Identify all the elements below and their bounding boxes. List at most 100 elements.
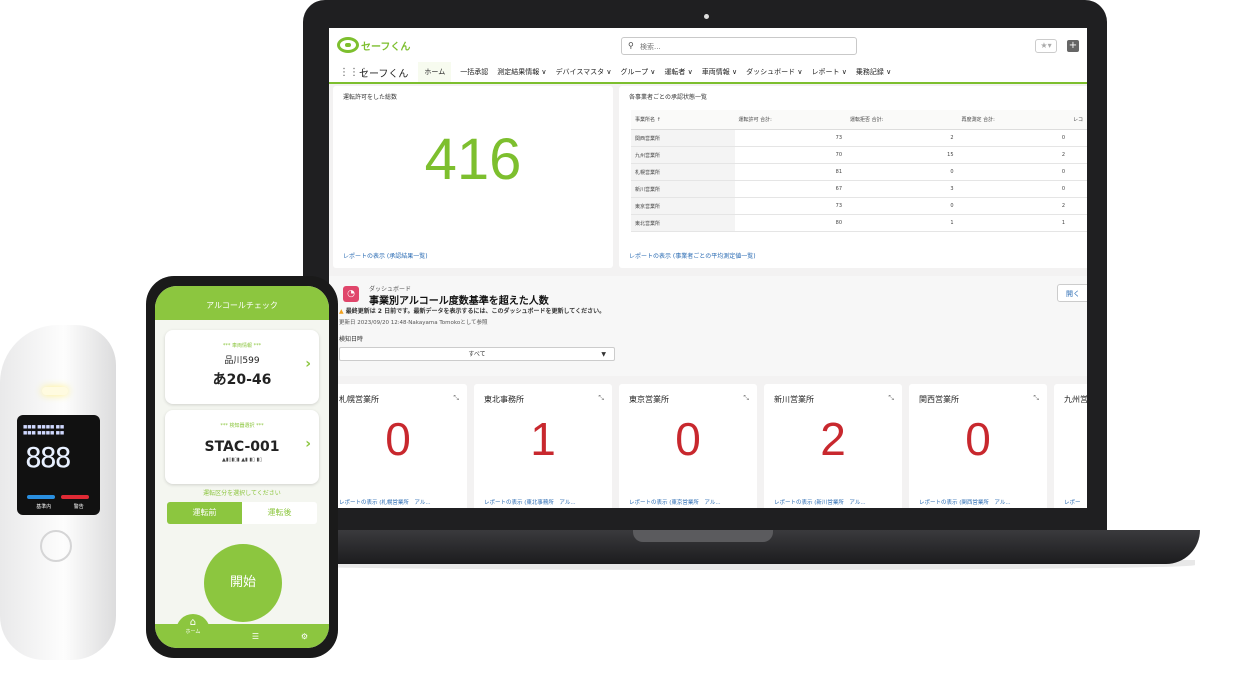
tile-link[interactable]: レポー <box>1064 498 1081 506</box>
dashboard-panel: ◔ ダッシュボード 事業別アルコール度数基準を超えた人数 ▲ 最終更新は 2 日… <box>329 276 1087 376</box>
phone-bottom-nav: ⌂ ホーム ☰ ⚙ <box>155 614 329 648</box>
tile-name: 東北事務所 <box>484 395 524 404</box>
add-icon[interactable]: + <box>1067 40 1079 52</box>
nav-bulk-approve[interactable]: 一括承認 <box>460 67 488 77</box>
column-header[interactable]: 事業所名 ↑ <box>631 110 735 130</box>
tile-value: 2 <box>820 413 846 465</box>
table-cell: 1 <box>846 214 958 232</box>
nav-trip-record[interactable]: 乗務記録 ∨ <box>856 67 891 77</box>
phone-title: アルコールチェック <box>155 286 329 320</box>
table-row: 札幌営業所 81 0 0 <box>631 163 1087 181</box>
table-cell: 関西営業所 <box>631 129 735 147</box>
table-cell: 3 <box>846 180 958 198</box>
expand-icon[interactable]: ⤡ <box>1033 394 1039 403</box>
table-row: 東京営業所 73 0 2 <box>631 197 1087 215</box>
card-title: 運転許可をした総数 <box>343 94 398 101</box>
expand-icon[interactable]: ⤡ <box>453 394 459 403</box>
dashboard-icon: ◔ <box>343 286 359 302</box>
favorite-star-icon[interactable]: ★▾ <box>1035 39 1057 53</box>
nav-home[interactable]: ホーム <box>418 62 452 84</box>
tile-name: 九州営 <box>1064 395 1087 404</box>
expand-icon[interactable]: ⤡ <box>598 394 604 403</box>
table-cell: 70 <box>734 146 847 164</box>
detector-label: *** 検知器選択 *** <box>220 423 264 429</box>
expand-icon[interactable]: ⤡ <box>743 394 749 403</box>
filter-select[interactable]: すべて ▼ <box>339 347 615 361</box>
table-row: 関西営業所 73 2 0 <box>631 129 1087 147</box>
device-reading: 888 <box>25 441 72 474</box>
start-button[interactable]: 開始 <box>204 544 282 622</box>
nav-dashboard[interactable]: ダッシュボード ∨ <box>746 67 802 77</box>
laptop-frame: セーフくん ⚲ 検索... ★▾ + ⋮⋮⋮ セーフくん ホーム 一括承認 測定… <box>303 0 1107 548</box>
gear-icon[interactable]: ⚙ <box>301 632 308 641</box>
search-input[interactable]: ⚲ 検索... <box>621 37 857 55</box>
column-header[interactable]: 運転許可 合計: <box>734 110 847 130</box>
nav-home-button[interactable]: ⌂ ホーム <box>175 614 210 644</box>
nav-group[interactable]: グループ ∨ <box>621 67 656 77</box>
table-cell: 0 <box>957 180 1070 198</box>
vehicle-plate: あ20-46 <box>212 372 272 388</box>
office-tile: 東京営業所 ⤡ 0 レポートの表示 (東京営業所 アル... <box>619 384 757 508</box>
app-logo[interactable]: セーフくん <box>337 34 417 56</box>
table-cell: 15 <box>846 146 958 164</box>
expand-icon[interactable]: ⤡ <box>888 394 894 403</box>
nav-device-master[interactable]: デバイスマスタ ∨ <box>556 67 612 77</box>
table-cell: 67 <box>734 180 847 198</box>
indicator-labels: 基準内 警告 <box>25 503 95 510</box>
table-cell <box>1069 146 1087 164</box>
report-link[interactable]: レポートの表示 (承認結果一覧) <box>343 251 428 260</box>
tile-name: 東京営業所 <box>629 395 669 404</box>
tile-link[interactable]: レポートの表示 (新川営業所 アル... <box>774 498 866 506</box>
table-cell: 2 <box>846 129 958 147</box>
approval-table: 事業所名 ↑ 運転許可 合計: 運転拒否 合計: 再度測定 合計: レコ 関西営… <box>631 110 1087 232</box>
table-row: 東北営業所 80 1 1 <box>631 214 1087 232</box>
table-cell: 73 <box>734 197 847 215</box>
tile-link[interactable]: レポートの表示 (東京営業所 アル... <box>629 498 721 506</box>
nav-report[interactable]: レポート ∨ <box>812 67 847 77</box>
tile-link[interactable]: レポートの表示 (東北事務所 アル... <box>484 498 576 506</box>
app-launcher-icon[interactable]: ⋮⋮⋮ <box>339 67 369 78</box>
home-icon: ⌂ <box>189 617 197 628</box>
table-cell: 81 <box>734 163 847 181</box>
warning-icon: ▲ <box>339 308 344 315</box>
column-header[interactable]: レコ <box>1069 110 1087 130</box>
status-led <box>42 387 68 395</box>
laptop-screen: セーフくん ⚲ 検索... ★▾ + ⋮⋮⋮ セーフくん ホーム 一括承認 測定… <box>329 28 1087 508</box>
label-warning: 警告 <box>73 504 84 510</box>
report-link[interactable]: レポートの表示 (事業者ごとの平均測定値一覧) <box>629 251 756 260</box>
list-icon[interactable]: ☰ <box>252 632 259 641</box>
detector-serial-glyphs: ▲▮▯▮▯▮ ▲▮ ▮▯ ▮▯ <box>222 457 262 463</box>
breathalyzer-device: ■■■ ■■■■ ■■ ■■■ ■■■■ ■■ 888 基準内 警告 <box>0 325 116 660</box>
detector-card[interactable]: *** 検知器選択 *** STAC-001 ▲▮▯▮▯▮ ▲▮ ▮▯ ▮▯ › <box>165 410 319 484</box>
red-indicator <box>61 495 89 499</box>
app-nav: ⋮⋮⋮ セーフくん ホーム 一括承認 測定結果情報 ∨ デバイスマスタ ∨ グル… <box>329 62 1087 84</box>
tile-link[interactable]: レポートの表示 (札幌営業所 アル... <box>339 498 431 506</box>
mode-before-button[interactable]: 運転前 <box>167 502 242 524</box>
vehicle-card[interactable]: *** 車両情報 *** 品川599 あ20-46 › <box>165 330 319 404</box>
open-button[interactable]: 開く <box>1057 284 1087 302</box>
dashboard-updated: 更新日 2023/09/20 12:48·Nakayama Tomokoとして参… <box>339 320 488 326</box>
blue-indicator <box>27 495 55 499</box>
logo-bubble-icon <box>337 37 359 53</box>
table-cell: 0 <box>957 129 1070 147</box>
tile-value: 0 <box>385 413 411 465</box>
tile-value: 0 <box>965 413 991 465</box>
table-cell: 73 <box>734 129 847 147</box>
mode-after-button[interactable]: 運転後 <box>242 502 317 524</box>
nav-results[interactable]: 測定結果情報 ∨ <box>497 67 546 77</box>
table-cell: 2 <box>957 146 1070 164</box>
tile-name: 関西営業所 <box>919 395 959 404</box>
device-power-button[interactable] <box>40 530 72 562</box>
logo-text: セーフくん <box>361 41 411 53</box>
approval-status-card: 各事業者ごとの承認状態一覧 事業所名 ↑ 運転許可 合計: 運転拒否 合計: 再… <box>619 86 1087 268</box>
column-header[interactable]: 再度測定 合計: <box>957 110 1070 130</box>
table-cell <box>1069 129 1087 147</box>
nav-vehicle[interactable]: 車両情報 ∨ <box>702 67 737 77</box>
office-tile: 札幌営業所 ⤡ 0 レポートの表示 (札幌営業所 アル... <box>329 384 467 508</box>
office-tile: 関西営業所 ⤡ 0 レポートの表示 (関西営業所 アル... <box>909 384 1047 508</box>
column-header[interactable]: 運転拒否 合計: <box>846 110 958 130</box>
nav-driver[interactable]: 運転者 ∨ <box>664 67 692 77</box>
table-cell: 新川営業所 <box>631 180 735 198</box>
tile-link[interactable]: レポートの表示 (関西営業所 アル... <box>919 498 1011 506</box>
table-cell <box>1069 214 1087 232</box>
